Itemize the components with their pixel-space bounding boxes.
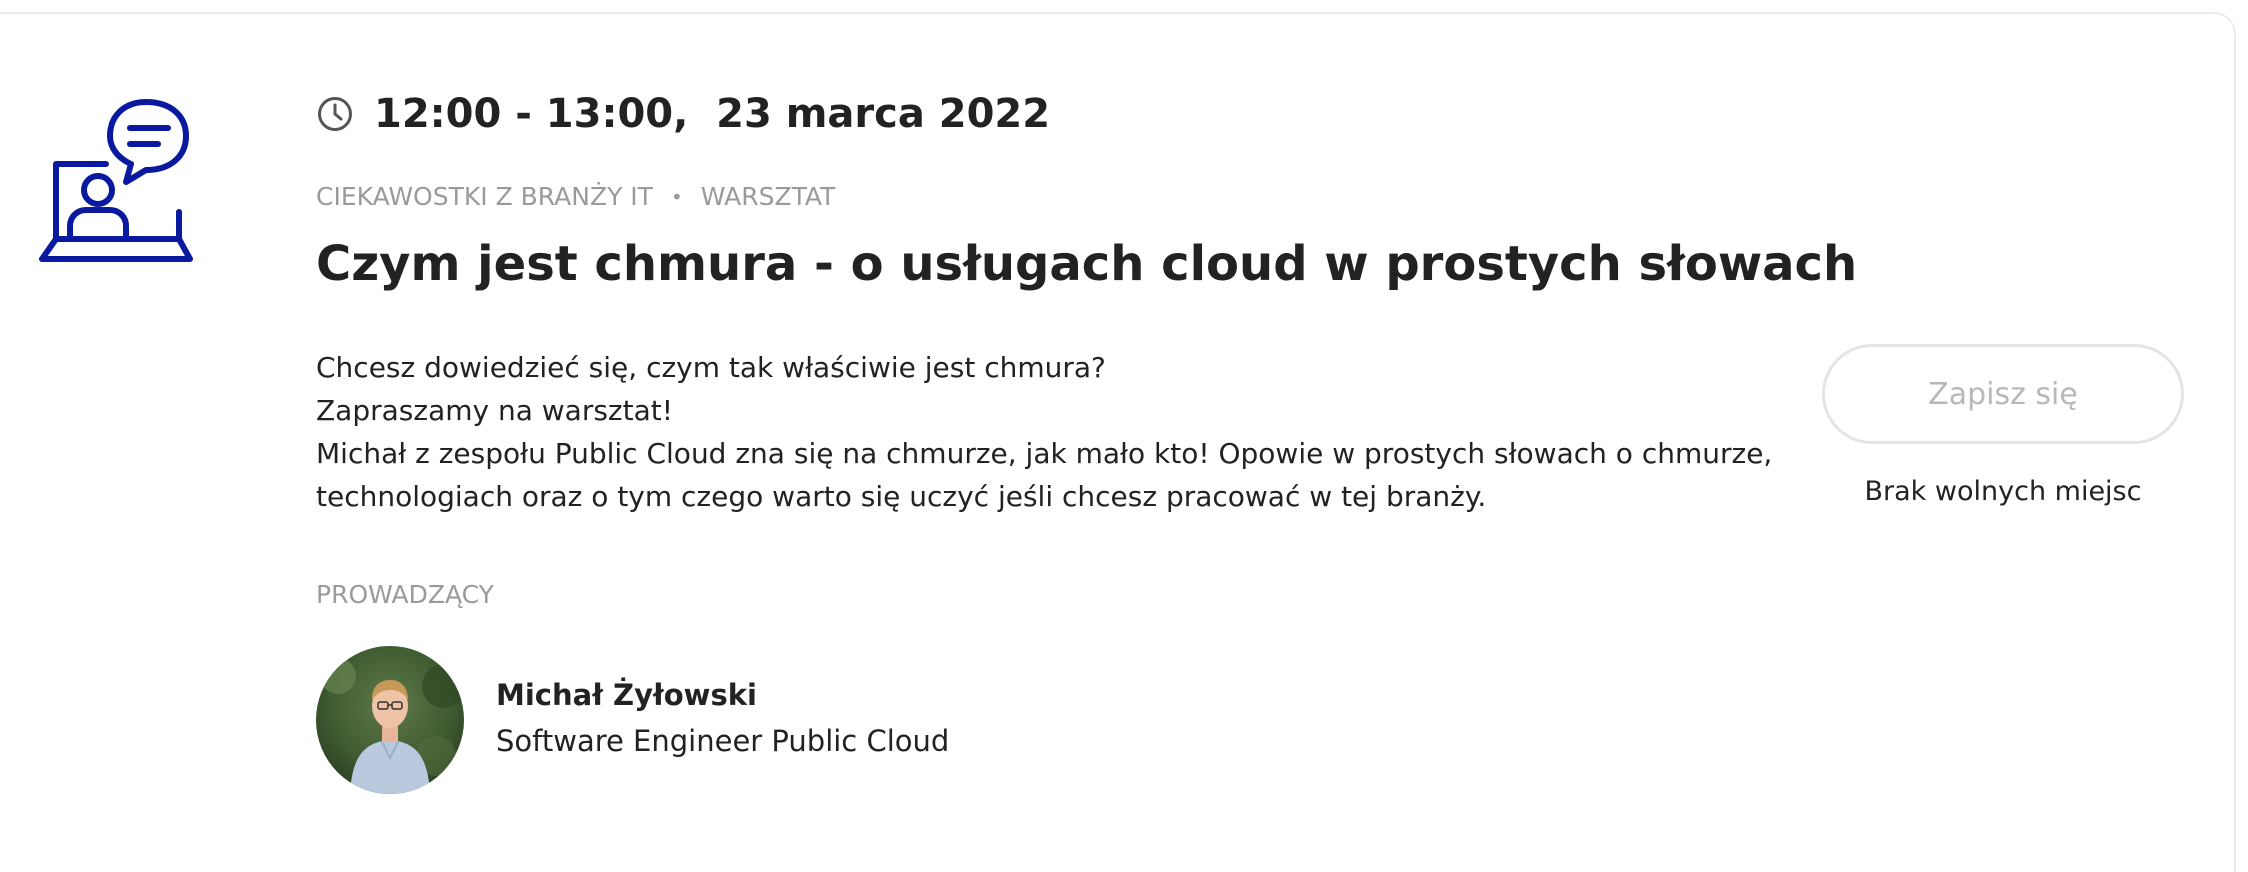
- event-card: 12:00 - 13:00, 23 marca 2022 CIEKAWOSTKI…: [0, 12, 2236, 872]
- event-categories: CIEKAWOSTKI Z BRANŻY IT • WARSZTAT: [316, 182, 835, 211]
- category-type: WARSZTAT: [700, 182, 836, 211]
- category-separator: •: [670, 184, 683, 209]
- host-name: Michał Żyłowski: [496, 678, 757, 712]
- online-presentation-chat-icon: [39, 99, 193, 262]
- event-time: 12:00 - 13:00, 23 marca 2022: [374, 91, 1051, 137]
- clock-icon: [318, 97, 352, 131]
- description-line: Michał z zespołu Public Cloud zna się na…: [316, 437, 1773, 470]
- availability-status: Brak wolnych miejsc: [1864, 476, 2142, 507]
- description-line: Zapraszamy na warsztat!: [316, 394, 673, 427]
- register-button[interactable]: Zapisz się: [1822, 344, 2184, 444]
- event-title: Czym jest chmura - o usługach cloud w pr…: [316, 236, 1858, 292]
- description-line: technologiach oraz o tym czego warto się…: [316, 480, 1487, 513]
- host-role: Software Engineer Public Cloud: [496, 724, 950, 758]
- host-avatar: [316, 646, 464, 794]
- description-line: Chcesz dowiedzieć się, czym tak właściwi…: [316, 351, 1106, 384]
- category-topic: CIEKAWOSTKI Z BRANŻY IT: [316, 182, 653, 211]
- host-section-label: PROWADZĄCY: [316, 580, 494, 609]
- event-description: Chcesz dowiedzieć się, czym tak właściwi…: [316, 346, 1773, 518]
- event-time-row: 12:00 - 13:00, 23 marca 2022: [316, 86, 1050, 142]
